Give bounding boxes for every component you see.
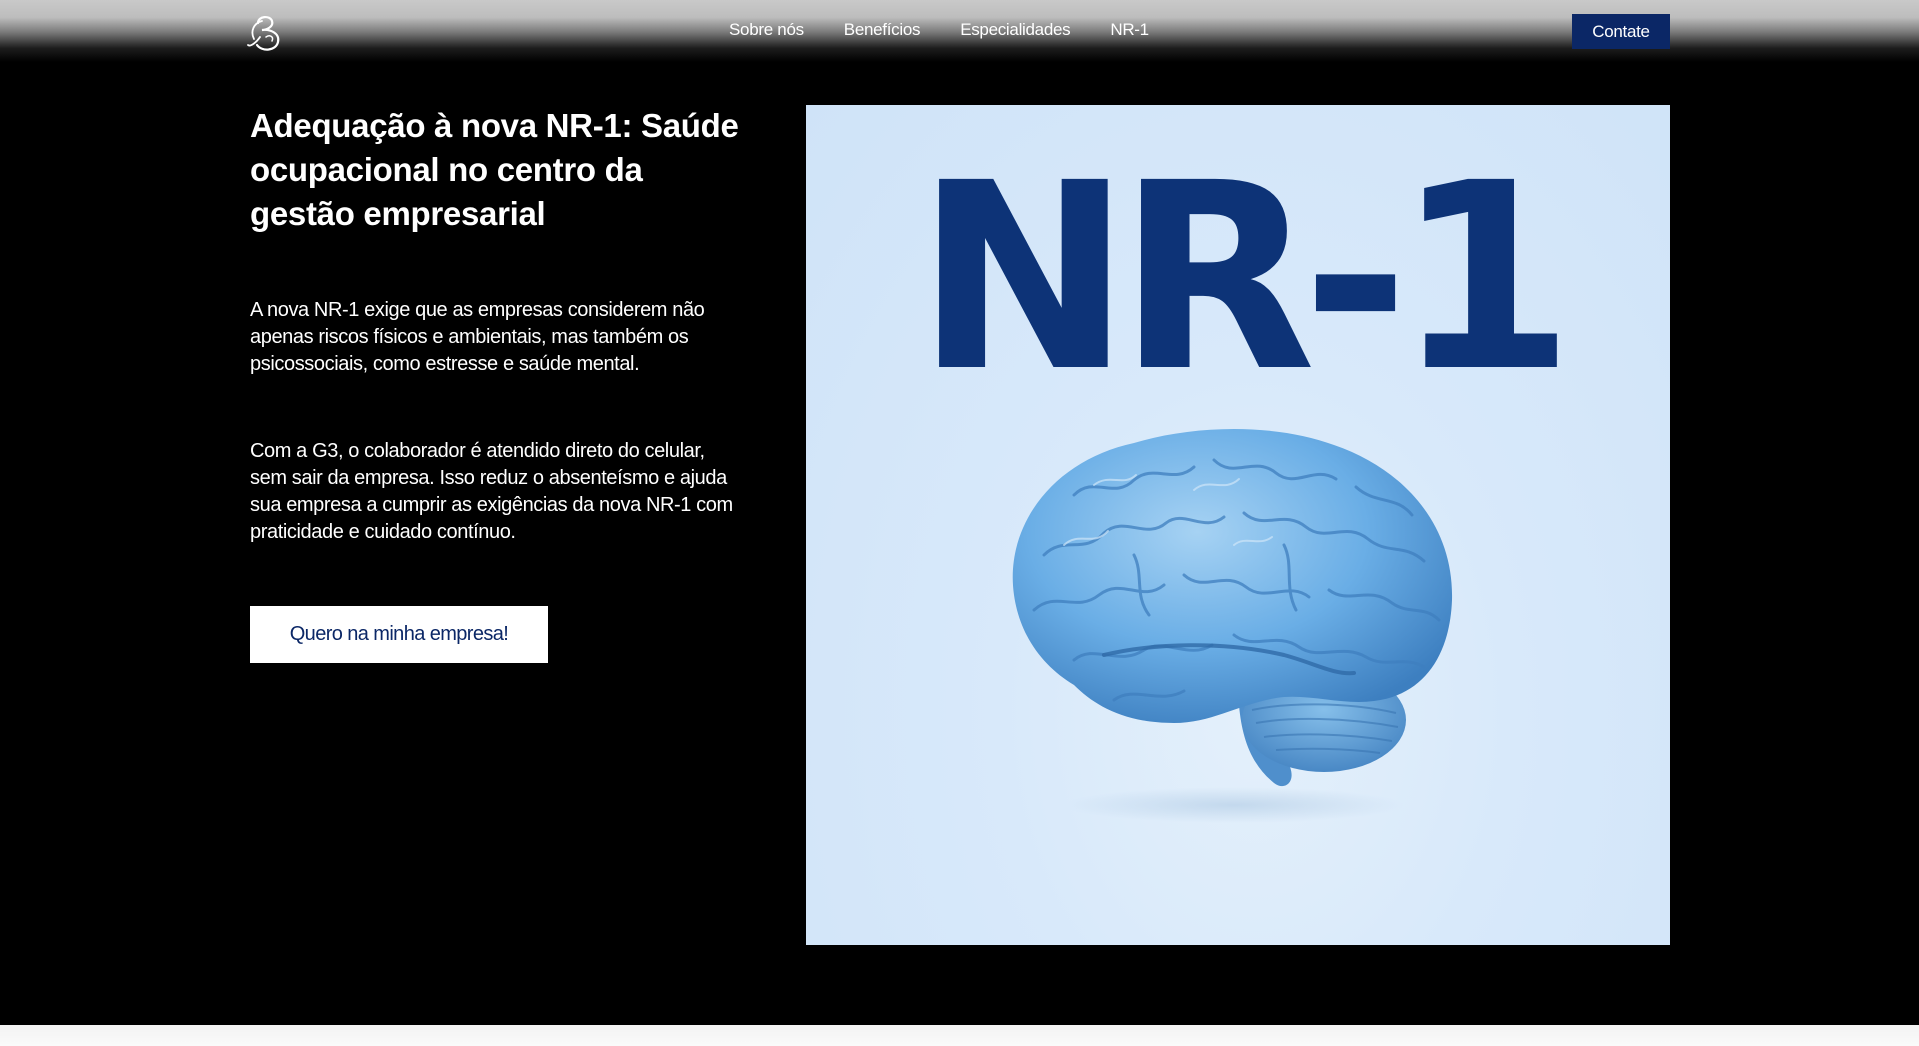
brain-icon bbox=[984, 405, 1474, 825]
contact-button[interactable]: Contate bbox=[1572, 14, 1670, 49]
hero-paragraph-1: A nova NR-1 exige que as empresas consid… bbox=[250, 299, 705, 375]
main-nav: Sobre nós Benefícios Especialidades NR-1 bbox=[729, 20, 1149, 40]
hero-paragraph-2: Com a G3, o colaborador é atendido diret… bbox=[250, 440, 733, 543]
image-headline: NR-1 bbox=[915, 128, 1574, 428]
next-section-edge bbox=[0, 1025, 1919, 1046]
cta-button[interactable]: Quero na minha empresa! bbox=[250, 606, 548, 663]
nav-item-especialidades[interactable]: Especialidades bbox=[960, 20, 1070, 40]
nav-item-beneficios[interactable]: Benefícios bbox=[844, 20, 921, 40]
nav-item-sobre-nos[interactable]: Sobre nós bbox=[729, 20, 804, 40]
nav-item-nr1[interactable]: NR-1 bbox=[1110, 20, 1149, 40]
hero-title: Adequação à nova NR-1: Saúde ocupacional… bbox=[250, 107, 739, 232]
site-header: Sobre nós Benefícios Especialidades NR-1… bbox=[0, 0, 1919, 62]
hero-image: NR-1 bbox=[806, 105, 1670, 945]
g3-logo-icon[interactable] bbox=[246, 11, 286, 53]
